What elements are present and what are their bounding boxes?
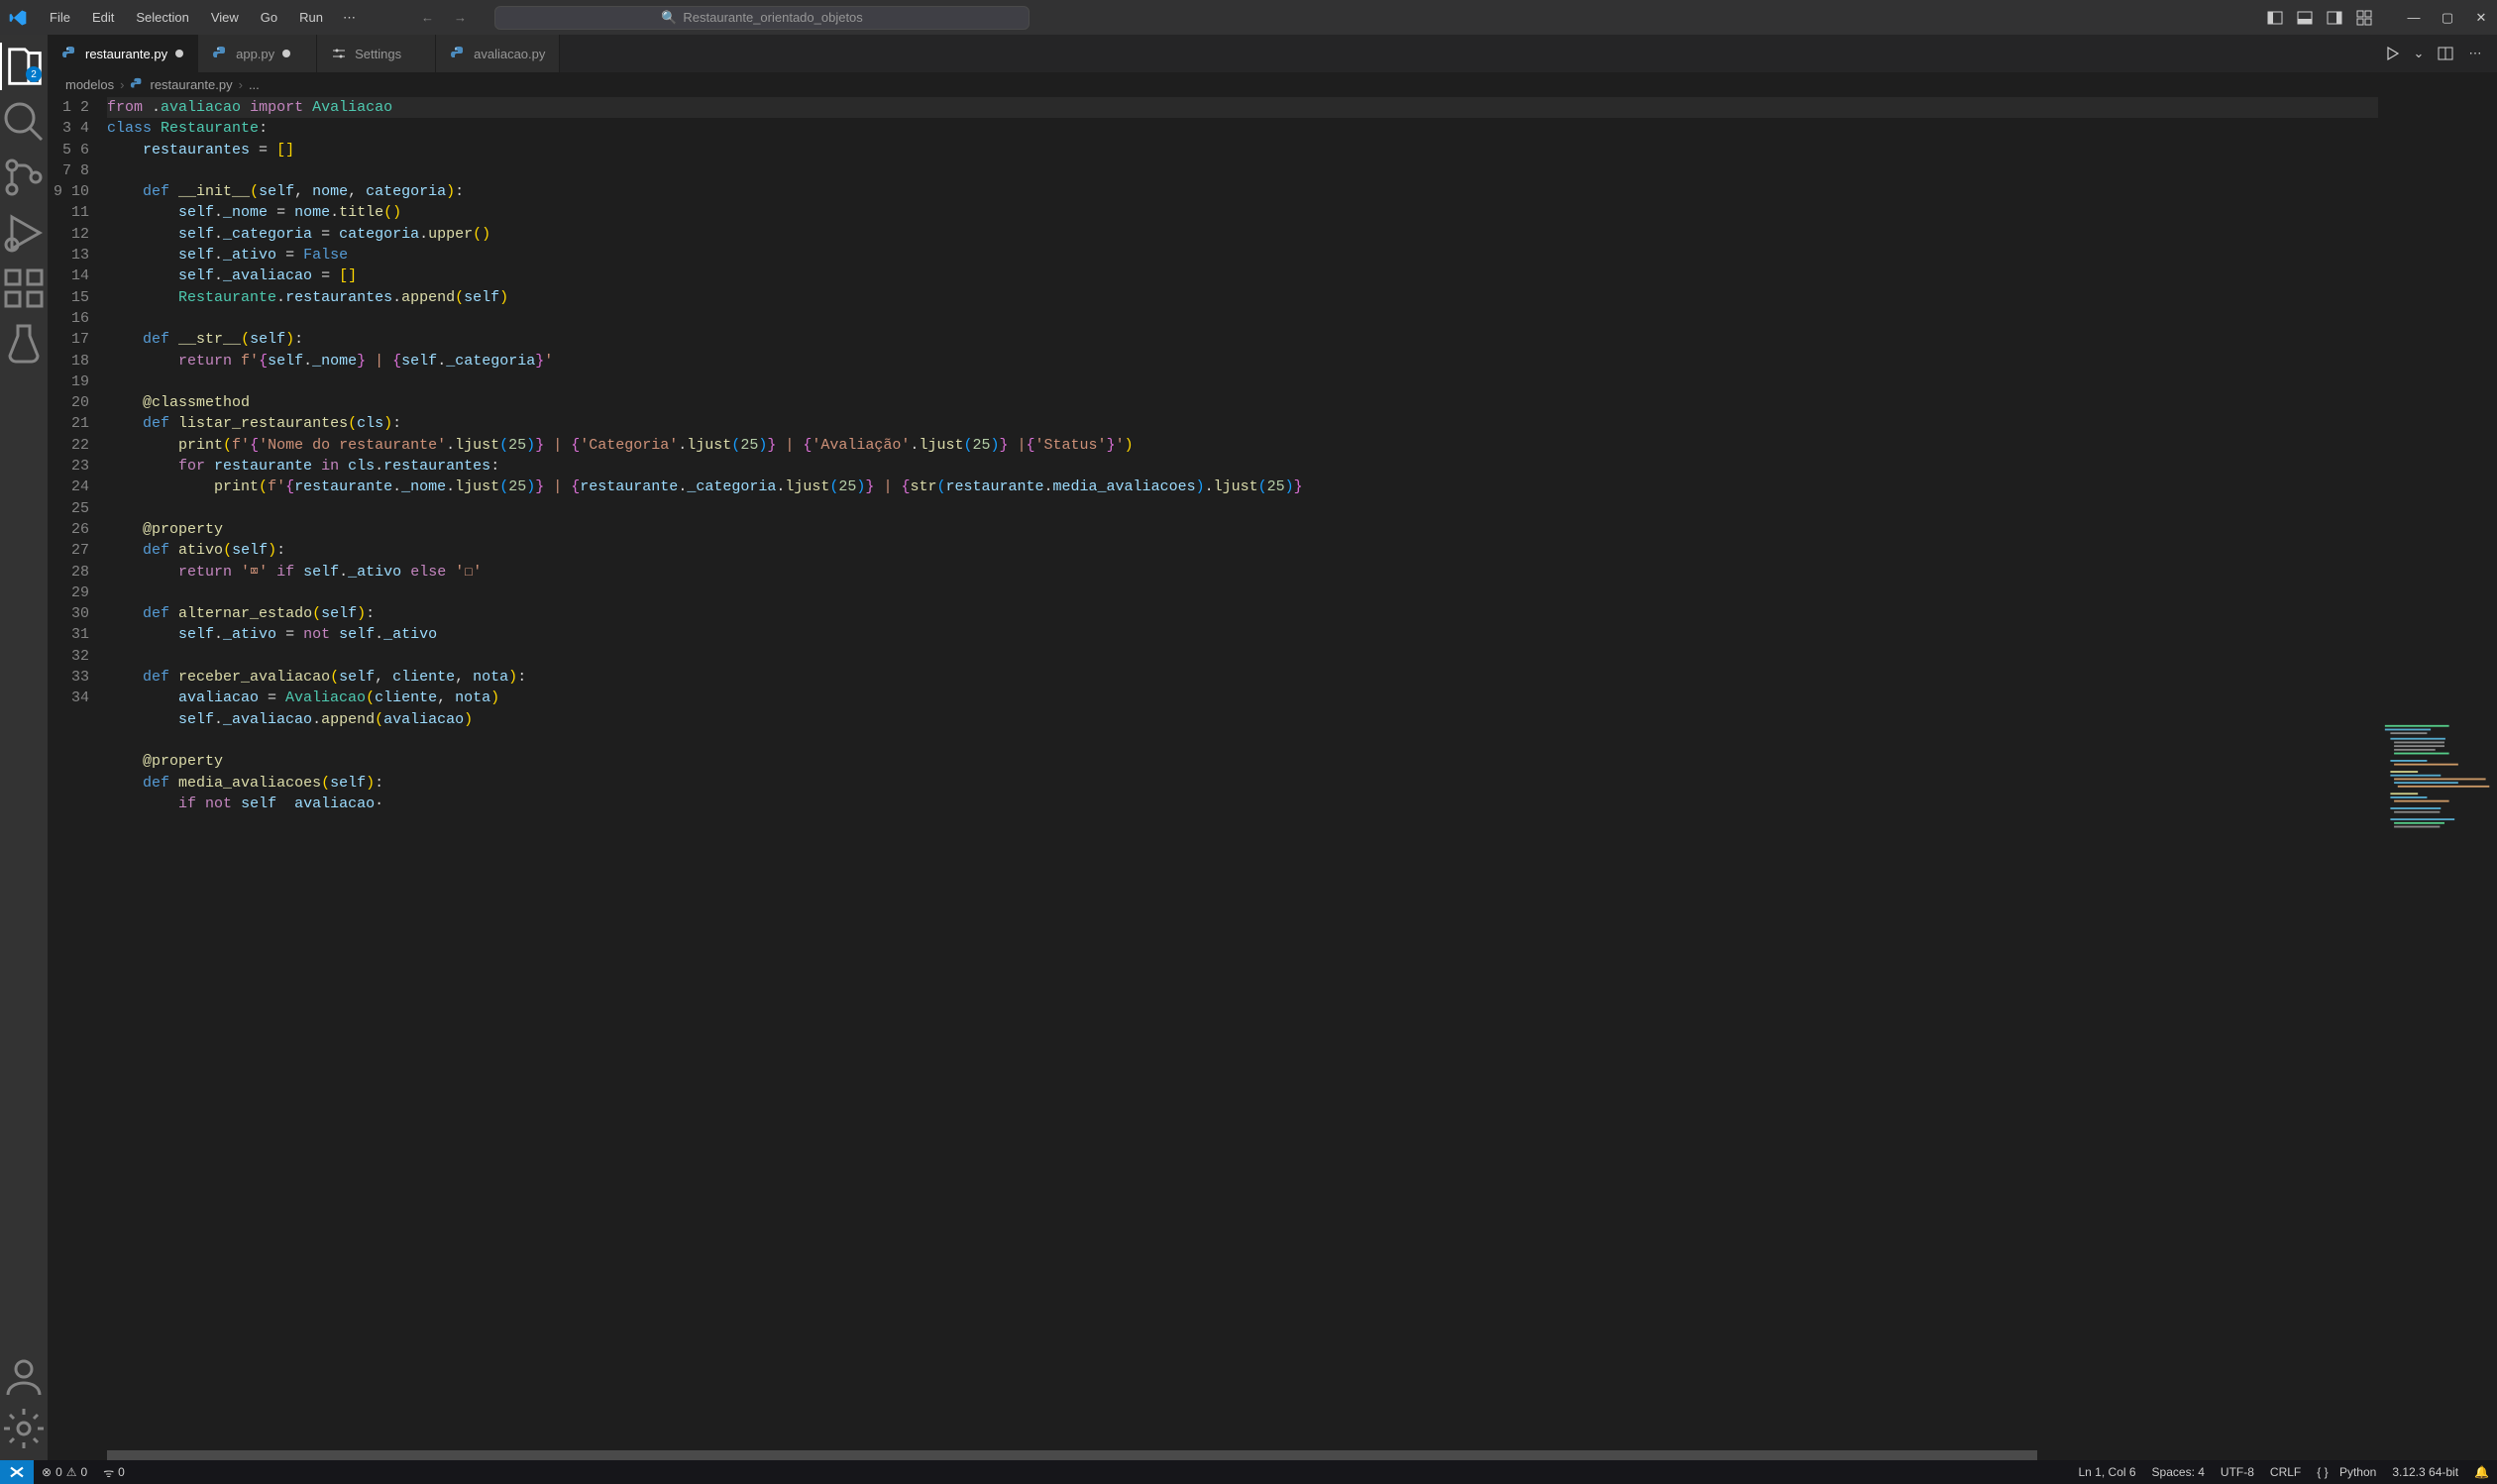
tab-dirty-dot-icon bbox=[175, 50, 183, 57]
command-center[interactable]: 🔍 Restaurante_orientado_objetos bbox=[494, 6, 1030, 30]
activity-settings-icon[interactable] bbox=[0, 1405, 48, 1452]
activity-testing-icon[interactable] bbox=[0, 320, 48, 368]
menu-file[interactable]: File bbox=[40, 6, 80, 30]
nav-forward-icon[interactable]: → bbox=[450, 8, 471, 27]
horizontal-scrollbar[interactable] bbox=[107, 1450, 2378, 1460]
tab-label: restaurante.py bbox=[85, 47, 167, 61]
status-ports[interactable]: ᯤ0 bbox=[95, 1464, 133, 1481]
run-dropdown-icon[interactable]: ⌄ bbox=[2414, 46, 2424, 61]
minimap-preview-icon bbox=[2383, 100, 2493, 1456]
tab-label: Settings bbox=[355, 47, 401, 61]
status-notifications-icon[interactable]: 🔔 bbox=[2466, 1465, 2497, 1479]
search-icon: 🔍 bbox=[661, 10, 677, 26]
activity-explorer-icon[interactable]: 2 bbox=[0, 43, 48, 90]
tab-avaliacao[interactable]: avaliacao.py bbox=[436, 35, 560, 72]
activity-debug-icon[interactable] bbox=[0, 209, 48, 257]
line-numbers: 1 2 3 4 5 6 7 8 9 10 11 12 13 14 15 16 1… bbox=[48, 96, 107, 1460]
status-eol[interactable]: CRLF bbox=[2262, 1465, 2309, 1479]
status-problems[interactable]: ⊗0 ⚠0 bbox=[34, 1465, 95, 1479]
status-warnings: 0 bbox=[81, 1465, 88, 1479]
explorer-badge: 2 bbox=[26, 66, 42, 82]
menu-run[interactable]: Run bbox=[289, 6, 333, 30]
settings-icon bbox=[331, 46, 347, 61]
status-language[interactable]: { } Python bbox=[2309, 1465, 2384, 1479]
tab-app[interactable]: app.py bbox=[198, 35, 317, 72]
layout-sidebar-left-icon[interactable] bbox=[2267, 10, 2283, 26]
breadcrumb[interactable]: modelos › restaurante.py › ... bbox=[48, 72, 2497, 96]
minimap[interactable] bbox=[2378, 96, 2497, 1460]
warning-icon: ⚠ bbox=[66, 1465, 77, 1479]
code-content[interactable]: from .avaliacao import Avaliacao class R… bbox=[107, 96, 2378, 1460]
menu-more-icon[interactable]: ⋯ bbox=[335, 6, 364, 30]
status-encoding[interactable]: UTF-8 bbox=[2213, 1465, 2262, 1479]
tabs-bar: restaurante.py app.py Settings avaliacao… bbox=[48, 35, 2497, 72]
status-ports-count: 0 bbox=[118, 1465, 125, 1479]
menu-selection[interactable]: Selection bbox=[126, 6, 198, 30]
menu-go[interactable]: Go bbox=[251, 6, 287, 30]
breadcrumb-tail[interactable]: ... bbox=[249, 77, 260, 92]
status-interpreter[interactable]: 3.12.3 64-bit bbox=[2384, 1465, 2466, 1479]
nav-back-icon[interactable]: ← bbox=[417, 8, 438, 27]
radio-icon: ᯤ bbox=[103, 1464, 114, 1481]
menu-view[interactable]: View bbox=[201, 6, 249, 30]
python-file-icon bbox=[130, 77, 144, 91]
status-errors: 0 bbox=[55, 1465, 62, 1479]
python-file-icon bbox=[61, 46, 77, 61]
tab-settings[interactable]: Settings bbox=[317, 35, 436, 72]
nav-arrows: ← → bbox=[417, 8, 471, 27]
tab-dirty-dot-icon bbox=[282, 50, 290, 57]
chevron-right-icon: › bbox=[239, 77, 243, 92]
title-bar: File Edit Selection View Go Run ⋯ ← → 🔍 … bbox=[0, 0, 2497, 35]
activity-account-icon[interactable] bbox=[0, 1353, 48, 1401]
menu-edit[interactable]: Edit bbox=[82, 6, 124, 30]
breadcrumb-file[interactable]: restaurante.py bbox=[150, 77, 232, 92]
run-icon[interactable] bbox=[2384, 46, 2400, 61]
layout-controls: — ▢ ✕ bbox=[2267, 10, 2489, 26]
tab-label: app.py bbox=[236, 47, 274, 61]
activity-bar: 2 bbox=[0, 35, 48, 1460]
vscode-logo-icon bbox=[8, 8, 28, 28]
split-editor-icon[interactable] bbox=[2438, 46, 2453, 61]
activity-search-icon[interactable] bbox=[0, 98, 48, 146]
window-maximize-icon[interactable]: ▢ bbox=[2440, 10, 2455, 26]
activity-scm-icon[interactable] bbox=[0, 154, 48, 201]
scroll-thumb[interactable] bbox=[107, 1450, 2037, 1460]
error-icon: ⊗ bbox=[42, 1465, 52, 1479]
breadcrumb-folder[interactable]: modelos bbox=[65, 77, 114, 92]
layout-panel-icon[interactable] bbox=[2297, 10, 2313, 26]
activity-extensions-icon[interactable] bbox=[0, 265, 48, 312]
window-minimize-icon[interactable]: — bbox=[2406, 10, 2422, 26]
remote-indicator-icon[interactable] bbox=[0, 1460, 34, 1484]
status-cursor[interactable]: Ln 1, Col 6 bbox=[2071, 1465, 2144, 1479]
status-bar: ⊗0 ⚠0 ᯤ0 Ln 1, Col 6 Spaces: 4 UTF-8 CRL… bbox=[0, 1460, 2497, 1484]
python-file-icon bbox=[212, 46, 228, 61]
tab-label: avaliacao.py bbox=[474, 47, 545, 61]
code-editor[interactable]: 1 2 3 4 5 6 7 8 9 10 11 12 13 14 15 16 1… bbox=[48, 96, 2497, 1460]
tab-restaurante[interactable]: restaurante.py bbox=[48, 35, 198, 72]
layout-sidebar-right-icon[interactable] bbox=[2327, 10, 2342, 26]
search-text: Restaurante_orientado_objetos bbox=[683, 10, 862, 25]
menu-bar: File Edit Selection View Go Run ⋯ bbox=[40, 6, 364, 30]
chevron-right-icon: › bbox=[120, 77, 124, 92]
more-actions-icon[interactable]: ⋯ bbox=[2467, 46, 2483, 61]
python-file-icon bbox=[450, 46, 466, 61]
status-spaces[interactable]: Spaces: 4 bbox=[2144, 1465, 2213, 1479]
layout-customize-icon[interactable] bbox=[2356, 10, 2372, 26]
window-close-icon[interactable]: ✕ bbox=[2473, 10, 2489, 26]
